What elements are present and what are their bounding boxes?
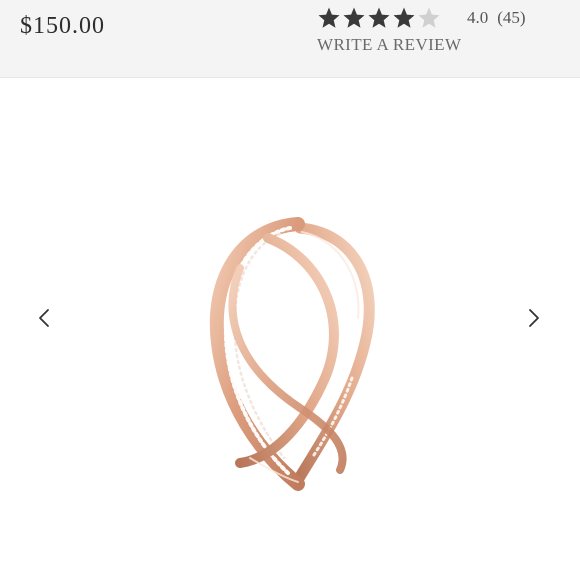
rating-value: 4.0	[467, 8, 489, 27]
chevron-left-icon	[39, 309, 49, 327]
star-icon	[392, 6, 416, 30]
product-summary-bar: $150.00 4.0 (45) WRITE A REVIEW	[0, 0, 580, 78]
previous-image-button[interactable]	[33, 306, 57, 330]
star-empty-icon	[417, 6, 441, 30]
star-icon	[367, 6, 391, 30]
product-image-gallery	[0, 78, 580, 580]
write-review-link[interactable]: WRITE A REVIEW	[317, 35, 461, 55]
product-price: $150.00	[20, 13, 105, 39]
rating-count: (45)	[497, 8, 526, 27]
product-page: $150.00 4.0 (45) WRITE A REVIEW	[0, 0, 580, 580]
star-icon	[342, 6, 366, 30]
twisted-ring-image	[209, 217, 375, 491]
rating-summary[interactable]: 4.0 (45)	[317, 4, 526, 32]
next-image-button[interactable]	[521, 306, 545, 330]
rating-stars	[317, 6, 442, 30]
star-icon	[317, 6, 341, 30]
product-image	[180, 208, 400, 498]
chevron-right-icon	[529, 309, 539, 327]
